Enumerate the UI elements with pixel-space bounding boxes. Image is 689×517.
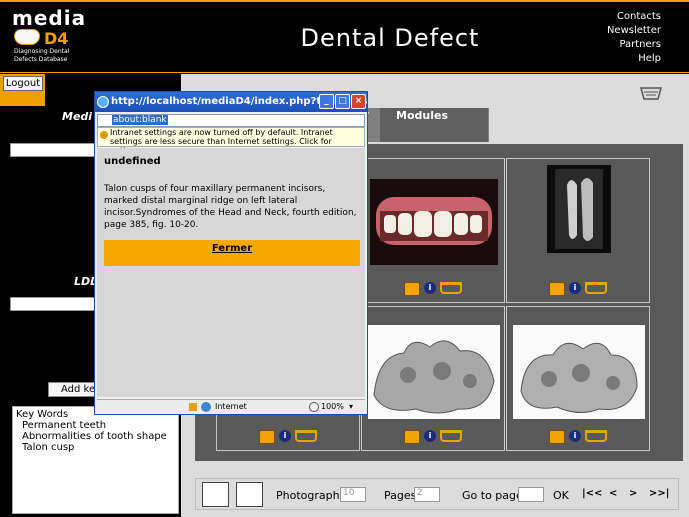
- address-text: about:blank: [112, 115, 168, 125]
- folder-icon[interactable]: [259, 430, 275, 444]
- photo-cell[interactable]: i: [361, 158, 505, 303]
- photo-cell[interactable]: i: [361, 306, 505, 451]
- info-icon[interactable]: i: [424, 282, 436, 294]
- zoom-level[interactable]: 100%: [321, 400, 344, 413]
- goto-label: Go to page: [462, 489, 523, 502]
- ok-button[interactable]: OK: [553, 489, 569, 502]
- tooth-cast-photo[interactable]: [513, 325, 645, 419]
- partners-link[interactable]: Partners: [571, 39, 661, 50]
- status-zone: Internet: [215, 402, 247, 411]
- tooth-logo-icon: [14, 29, 40, 45]
- basket-icon[interactable]: [295, 430, 317, 442]
- keywords-list: Key Words Permanent teeth Abnormalities …: [12, 406, 179, 514]
- media-label: Medi: [62, 110, 93, 123]
- info-icon[interactable]: i: [279, 430, 291, 442]
- photographs-count: 10: [340, 487, 366, 502]
- maximize-icon[interactable]: □: [335, 94, 350, 109]
- security-icon: [189, 403, 197, 411]
- ie-icon: [97, 96, 109, 108]
- logo-subtitle: Diagnosing Dental Defects Database: [14, 48, 70, 63]
- info-icon[interactable]: i: [569, 282, 581, 294]
- tooth-cast-photo[interactable]: [368, 325, 500, 419]
- pages-label: Pages: [384, 489, 417, 502]
- popup-heading: undefined: [104, 156, 161, 167]
- basket-icon[interactable]: [440, 430, 462, 442]
- folder-icon[interactable]: [549, 430, 565, 444]
- basket-icon[interactable]: [440, 282, 462, 294]
- teeth-photo[interactable]: [370, 179, 498, 265]
- xray-photo[interactable]: [547, 165, 611, 253]
- warning-icon: [100, 131, 108, 139]
- grid-2x2-icon[interactable]: [202, 482, 229, 507]
- globe-icon: [201, 402, 211, 412]
- keyword-item[interactable]: Permanent teeth: [16, 420, 175, 431]
- contacts-link[interactable]: Contacts: [571, 11, 661, 22]
- info-icon[interactable]: i: [569, 430, 581, 442]
- logo-mark: D4: [44, 29, 69, 48]
- last-page-button[interactable]: >>|: [649, 488, 669, 499]
- next-page-button[interactable]: >: [629, 488, 637, 499]
- zoom-dropdown-icon[interactable]: ▾: [349, 400, 353, 413]
- popup-content: undefined Talon cusps of four maxillary …: [97, 148, 365, 397]
- basket-icon[interactable]: [585, 430, 607, 442]
- pagination-bar: Photographs 10 Pages 2 Go to page OK |<<…: [195, 478, 679, 510]
- goto-page-input[interactable]: [518, 487, 544, 502]
- grid-3x3-icon[interactable]: [236, 482, 263, 507]
- folder-icon[interactable]: [404, 430, 420, 444]
- zoom-icon: [309, 402, 319, 412]
- logout-button[interactable]: Logout: [3, 76, 43, 91]
- photo-cell[interactable]: i: [506, 306, 650, 451]
- info-bar[interactable]: Intranet settings are now turned off by …: [97, 127, 365, 155]
- basket-icon[interactable]: [585, 282, 607, 294]
- first-page-button[interactable]: |<<: [582, 488, 602, 499]
- photo-cell[interactable]: i: [506, 158, 650, 303]
- folder-icon[interactable]: [404, 282, 420, 296]
- popup-description: Talon cusps of four maxillary permanent …: [104, 184, 357, 230]
- logo-word: media: [12, 6, 87, 30]
- keyword-item[interactable]: Abnormalities of tooth shape: [16, 431, 175, 442]
- info-icon[interactable]: i: [424, 430, 436, 442]
- basket-icon[interactable]: [640, 86, 662, 100]
- tab-modules[interactable]: Modules: [380, 108, 488, 142]
- status-bar: Internet 100% ▾: [97, 399, 365, 413]
- minimize-icon[interactable]: _: [319, 94, 334, 109]
- help-link[interactable]: Help: [571, 53, 661, 64]
- site-title: Dental Defect: [300, 24, 480, 52]
- address-bar[interactable]: about:blank: [97, 114, 365, 127]
- newsletter-link[interactable]: Newsletter: [571, 25, 661, 36]
- close-button[interactable]: Fermer: [104, 240, 360, 266]
- popup-window: http://localhost/mediaD4/index.php?type=…: [94, 91, 368, 415]
- close-icon[interactable]: ×: [351, 94, 366, 109]
- pages-count: 2: [414, 487, 440, 502]
- photographs-label: Photographs: [276, 489, 346, 502]
- prev-page-button[interactable]: <: [609, 488, 617, 499]
- folder-icon[interactable]: [549, 282, 565, 296]
- keyword-item[interactable]: Talon cusp: [16, 442, 175, 453]
